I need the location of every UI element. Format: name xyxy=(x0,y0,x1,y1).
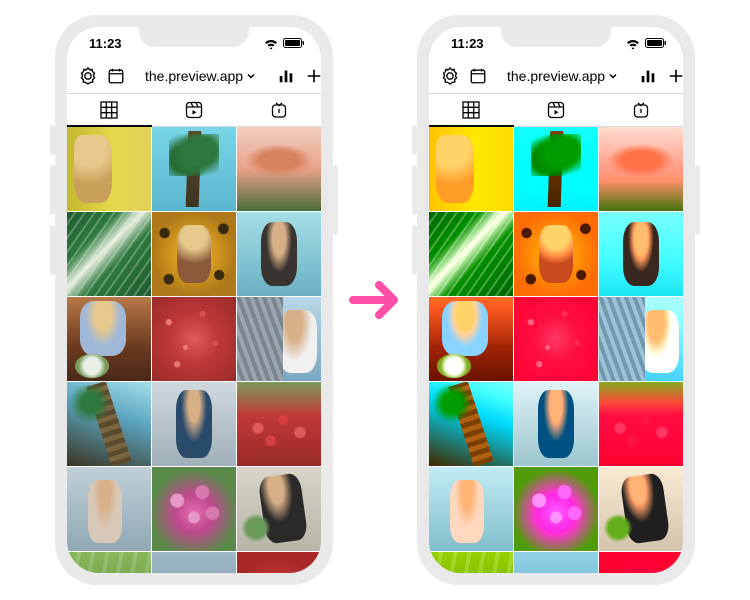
grid-cell[interactable] xyxy=(599,382,683,466)
top-toolbar: the.preview.app xyxy=(67,59,321,93)
grid-cell[interactable] xyxy=(599,467,683,551)
gear-icon[interactable] xyxy=(79,67,97,85)
tab-grid[interactable] xyxy=(67,94,152,126)
grid-icon xyxy=(462,101,480,119)
side-button xyxy=(412,125,417,155)
feed-grid[interactable] xyxy=(429,127,683,573)
side-button xyxy=(50,165,55,215)
arrow-right-icon xyxy=(347,277,403,323)
calendar-icon[interactable] xyxy=(469,67,487,85)
grid-cell[interactable] xyxy=(514,127,598,211)
grid-cell[interactable] xyxy=(429,382,513,466)
grid-cell[interactable] xyxy=(152,382,236,466)
grid-cell[interactable] xyxy=(237,297,321,381)
grid-cell[interactable] xyxy=(237,382,321,466)
side-button xyxy=(50,125,55,155)
grid-cell[interactable] xyxy=(67,297,151,381)
igtv-icon xyxy=(270,101,288,119)
igtv-icon xyxy=(632,101,650,119)
grid-cell[interactable] xyxy=(67,127,151,211)
gear-icon[interactable] xyxy=(441,67,459,85)
tab-igtv[interactable] xyxy=(598,94,683,126)
grid-cell[interactable] xyxy=(599,127,683,211)
grid-cell[interactable] xyxy=(237,212,321,296)
side-button xyxy=(333,165,338,235)
wifi-icon xyxy=(625,37,641,49)
grid-cell[interactable] xyxy=(429,467,513,551)
grid-cell[interactable] xyxy=(152,552,236,573)
side-button xyxy=(412,225,417,275)
analytics-icon[interactable] xyxy=(277,67,295,85)
tab-grid[interactable] xyxy=(429,94,514,126)
grid-cell[interactable] xyxy=(429,212,513,296)
grid-cell[interactable] xyxy=(429,552,513,573)
grid-cell[interactable] xyxy=(152,127,236,211)
grid-cell[interactable] xyxy=(67,467,151,551)
calendar-icon[interactable] xyxy=(107,67,125,85)
side-button xyxy=(695,165,700,235)
account-handle-label: the.preview.app xyxy=(507,68,605,84)
reels-icon xyxy=(547,101,565,119)
account-dropdown[interactable]: the.preview.app xyxy=(507,68,619,84)
wifi-icon xyxy=(263,37,279,49)
battery-icon xyxy=(283,37,305,49)
view-tabs xyxy=(429,93,683,127)
grid-icon xyxy=(100,101,118,119)
side-button xyxy=(412,165,417,215)
phone-after: 11:23 the.preview.app xyxy=(417,15,695,585)
view-tabs xyxy=(67,93,321,127)
side-button xyxy=(50,225,55,275)
tab-reels[interactable] xyxy=(514,94,599,126)
tab-igtv[interactable] xyxy=(236,94,321,126)
grid-cell[interactable] xyxy=(599,552,683,573)
grid-cell[interactable] xyxy=(152,297,236,381)
analytics-icon[interactable] xyxy=(639,67,657,85)
grid-cell[interactable] xyxy=(67,382,151,466)
feed-grid[interactable] xyxy=(67,127,321,573)
grid-cell[interactable] xyxy=(152,467,236,551)
grid-cell[interactable] xyxy=(514,382,598,466)
plus-icon[interactable] xyxy=(305,67,321,85)
battery-icon xyxy=(645,37,667,49)
grid-cell[interactable] xyxy=(67,212,151,296)
grid-cell[interactable] xyxy=(429,297,513,381)
reels-icon xyxy=(185,101,203,119)
status-time: 11:23 xyxy=(451,36,484,51)
grid-cell[interactable] xyxy=(514,297,598,381)
account-dropdown[interactable]: the.preview.app xyxy=(145,68,257,84)
chevron-down-icon xyxy=(607,70,619,82)
grid-cell[interactable] xyxy=(237,552,321,573)
grid-cell[interactable] xyxy=(237,127,321,211)
phone-notch xyxy=(501,27,611,47)
phone-before: 11:23 the.preview.app xyxy=(55,15,333,585)
plus-icon[interactable] xyxy=(667,67,683,85)
chevron-down-icon xyxy=(245,70,257,82)
grid-cell[interactable] xyxy=(429,127,513,211)
tab-reels[interactable] xyxy=(152,94,237,126)
grid-cell[interactable] xyxy=(152,212,236,296)
grid-cell[interactable] xyxy=(237,467,321,551)
account-handle-label: the.preview.app xyxy=(145,68,243,84)
grid-cell[interactable] xyxy=(514,552,598,573)
grid-cell[interactable] xyxy=(599,212,683,296)
grid-cell[interactable] xyxy=(67,552,151,573)
grid-cell[interactable] xyxy=(514,212,598,296)
top-toolbar: the.preview.app xyxy=(429,59,683,93)
grid-cell[interactable] xyxy=(599,297,683,381)
status-time: 11:23 xyxy=(89,36,122,51)
grid-cell[interactable] xyxy=(514,467,598,551)
phone-notch xyxy=(139,27,249,47)
